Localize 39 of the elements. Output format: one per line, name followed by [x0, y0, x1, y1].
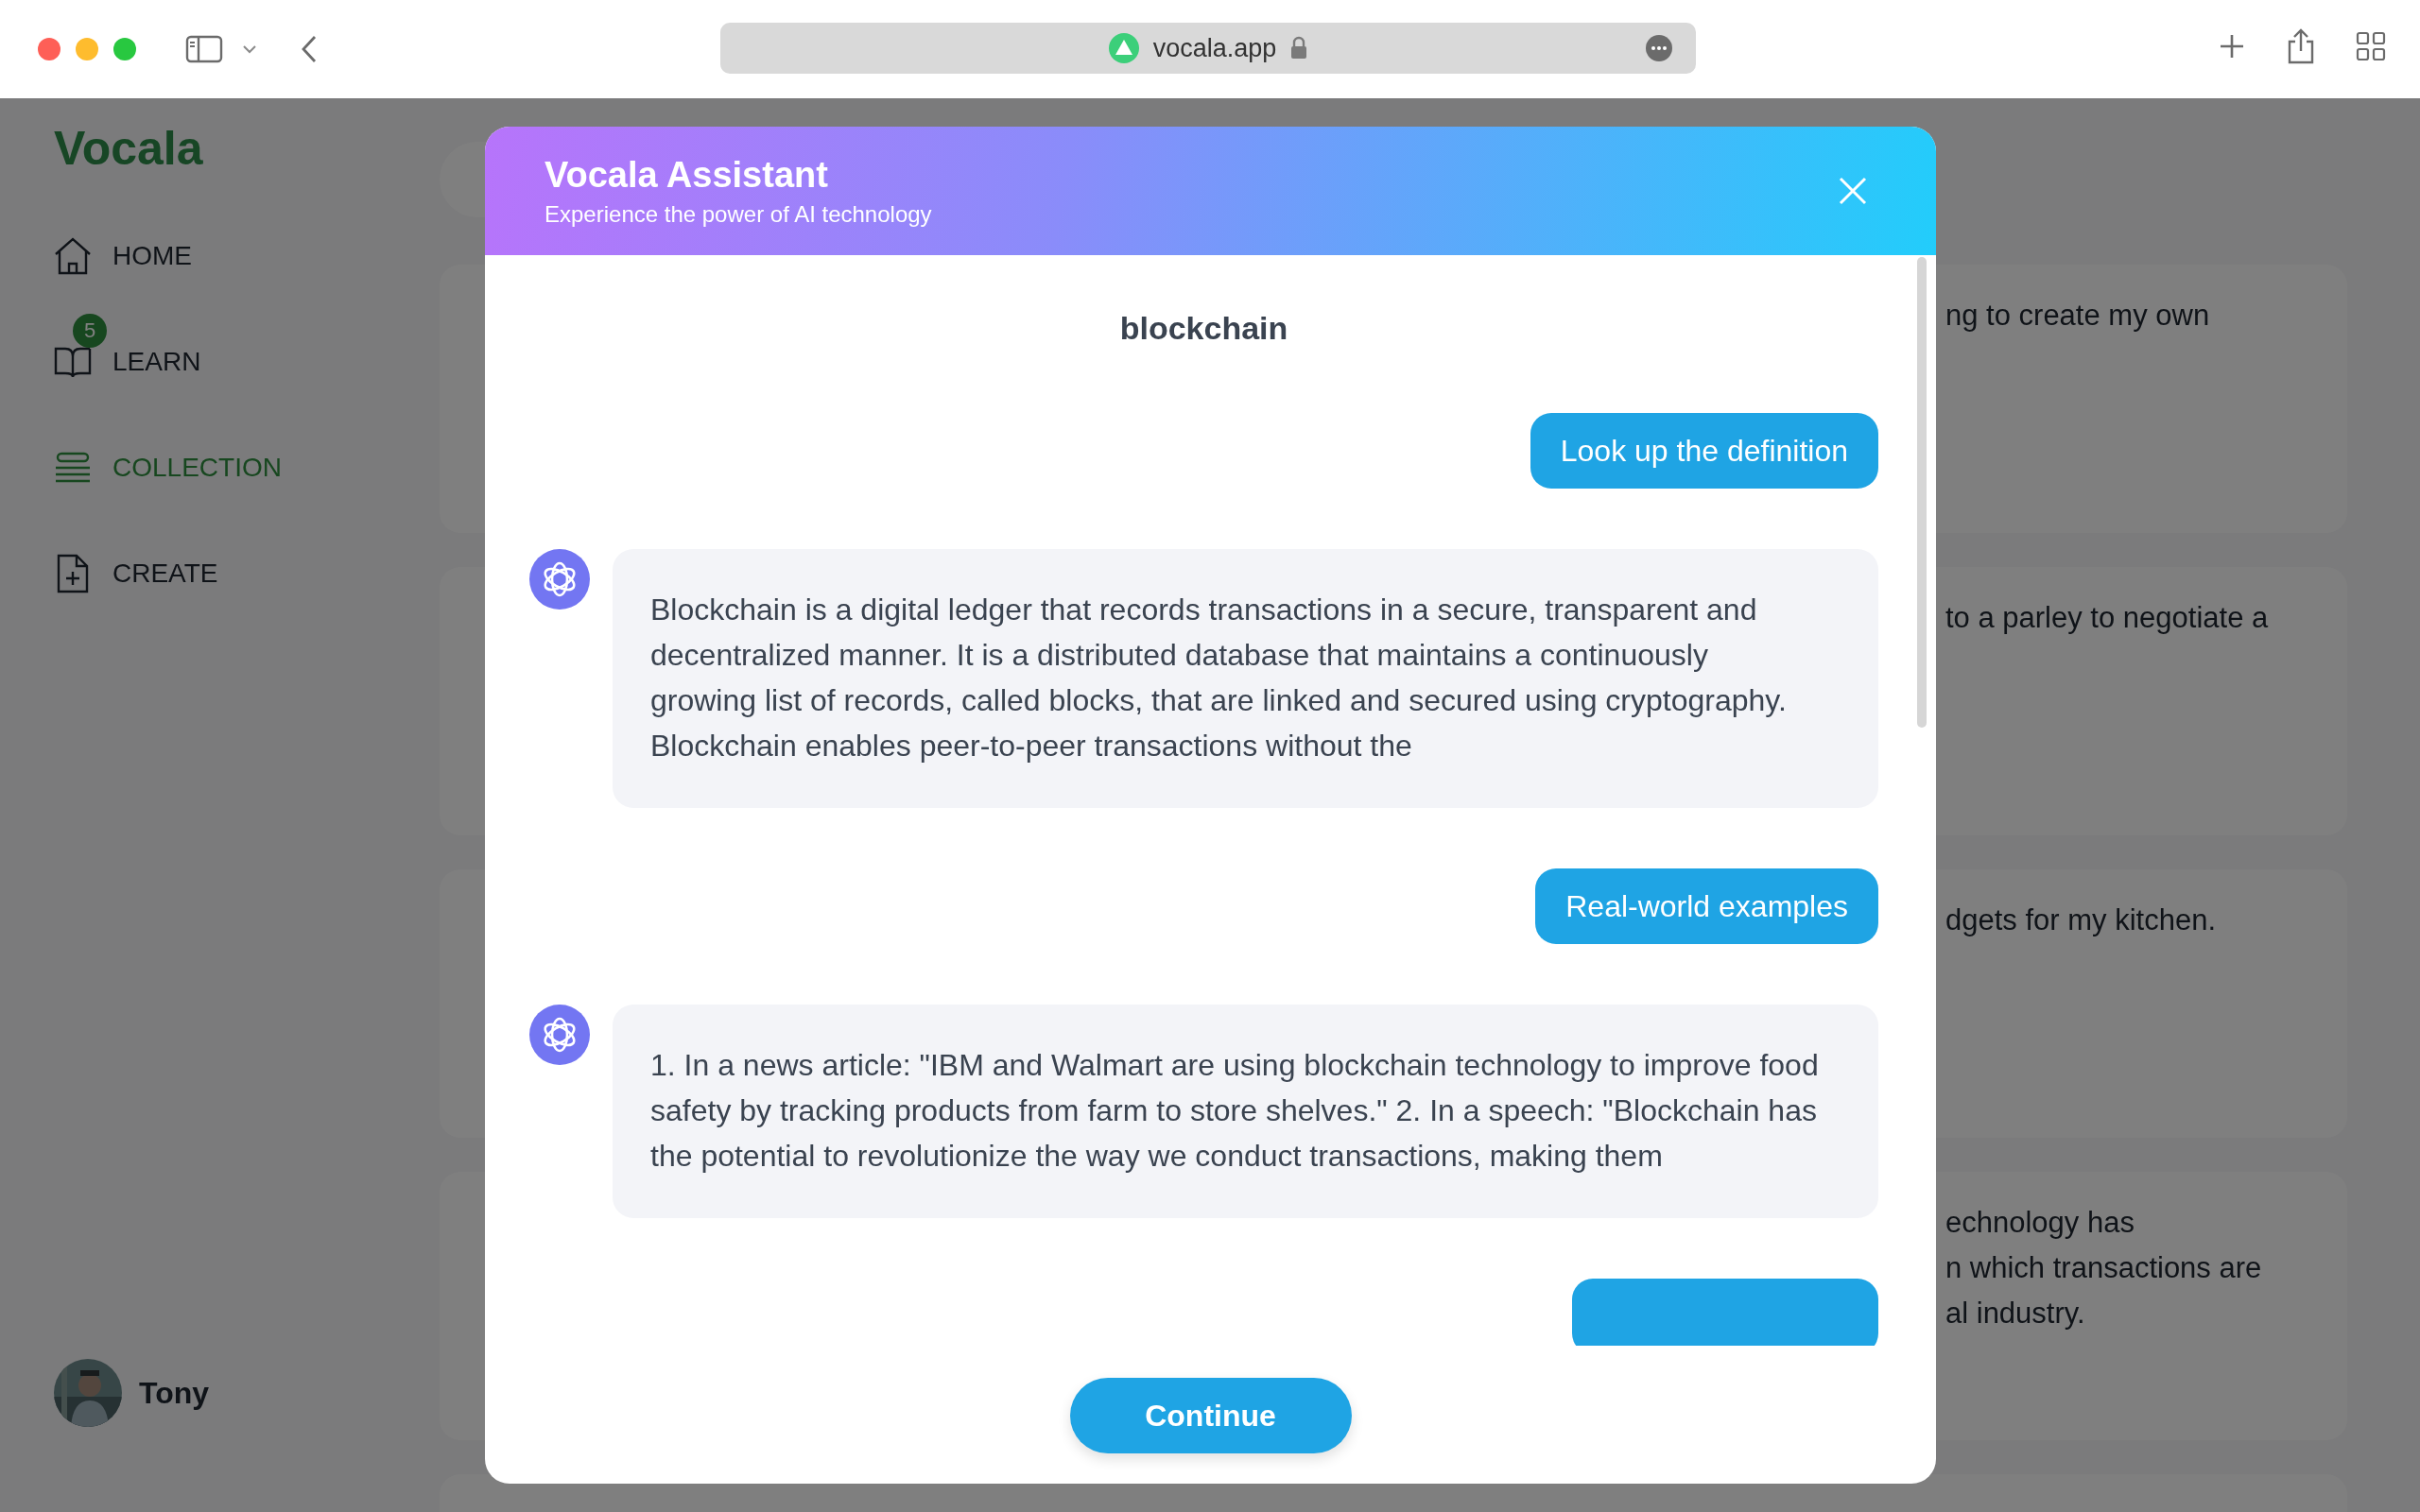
zoom-window-button[interactable] [113, 38, 136, 60]
tab-overview-icon[interactable] [2356, 31, 2386, 61]
card-text: to a parley to negotiate a [1945, 600, 2269, 636]
word-heading: blockchain [1118, 310, 1289, 347]
nav-item[interactable]: HOME [54, 236, 192, 276]
assistant-message: 1. In a news article: "IBM and Walmart are using blockchain technology to improve food safety by tracking products from farm to store shelves." 2. In a speech: "Blockchain has the potential to revolutionize the way we conduct transactions, making them [613, 1005, 1878, 1218]
prompt-button[interactable]: Real-world examples [1535, 868, 1878, 944]
scrollbar[interactable] [1917, 257, 1927, 728]
assistant-avatar-icon [529, 1005, 590, 1065]
card-text: ng to create my own [1945, 298, 2210, 334]
home-icon [54, 237, 92, 275]
lock-icon [1289, 36, 1309, 60]
dialog-title: Vocala Assistant [544, 154, 829, 196]
url-text: vocala.app [1152, 33, 1277, 63]
chevron-down-icon[interactable] [242, 44, 257, 54]
assistant-avatar-icon [529, 549, 590, 610]
nav-item[interactable]: COLLECTION [54, 448, 282, 488]
app-logo: Vocala [54, 121, 204, 176]
continue-button[interactable]: Continue [1069, 1378, 1352, 1453]
share-icon[interactable] [2286, 28, 2316, 64]
dialog-subtitle: Experience the power of AI technology [544, 200, 932, 228]
book-icon [54, 345, 92, 379]
file-add-icon [56, 554, 90, 593]
close-icon[interactable] [1838, 176, 1868, 206]
new-tab-icon[interactable] [2218, 32, 2246, 60]
user-name: Tony [139, 1375, 210, 1411]
assistant-message: Blockchain is a digital ledger that records transactions in a secure, transparent and decentralized manner. It is a distributed database that maintains a continuously growing list of records, called blocks, that are linked and secured using cryptography. Blockchain enables peer-to-peer transactions without the [613, 549, 1878, 808]
more-icon[interactable] [1645, 34, 1673, 62]
site-logo-icon [1107, 32, 1140, 64]
sidebar-toggle-icon[interactable] [185, 35, 223, 63]
prompt-button[interactable]: Look up the definition [1530, 413, 1878, 489]
card-text: dgets for my kitchen. [1945, 902, 2216, 938]
list-icon [55, 452, 91, 484]
nav-item[interactable]: CREATE [54, 554, 218, 593]
close-window-button[interactable] [38, 38, 60, 60]
card-text: echnology has n which transactions are al industry. [1945, 1205, 2262, 1332]
count-badge: 5 [73, 314, 107, 348]
back-icon[interactable] [301, 35, 318, 63]
address-bar[interactable]: vocala.app [720, 23, 1696, 74]
